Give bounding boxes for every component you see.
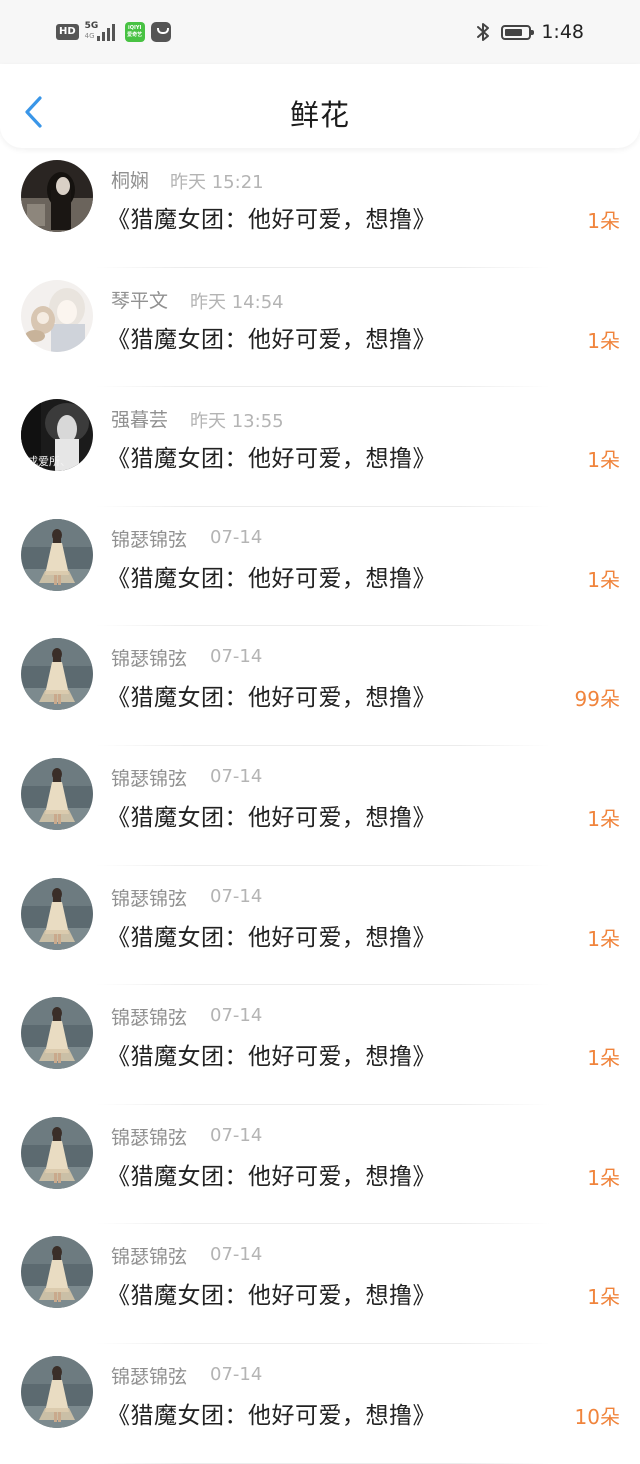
avatar[interactable] [21,279,93,352]
gift-message: 《猎魔女团：他好可爱，想撸》 [107,446,436,473]
battery-icon [501,24,535,40]
flower-count: 1朵 [587,209,620,233]
gift-message: 《猎魔女团：他好可爱，想撸》 [107,1283,436,1310]
gift-message: 《猎魔女团：他好可爱，想撸》 [107,207,436,233]
send-time: 07-14 [210,526,263,548]
flower-count: 99朵 [574,687,620,712]
gift-message: 《猎魔女团：他好可爱，想撸》 [107,685,436,712]
send-time: 昨天 13:55 [190,411,284,433]
gift-message: 《猎魔女团：他好可爱，想撸》 [107,804,436,831]
sender-name[interactable]: 强暮芸 [111,405,168,432]
shopping-bag-icon [150,22,171,42]
avatar[interactable] [21,997,93,1070]
network-subtype: 4G [84,32,95,40]
bluetooth-icon [477,23,490,41]
avatar[interactable] [21,1236,93,1309]
sender-name[interactable]: 锦瑟锦弦 [111,1362,187,1389]
send-time: 07-14 [210,765,263,787]
avatar[interactable] [21,1116,93,1189]
list-item[interactable]: 锦瑟锦弦 07-14 《猎魔女团：他好可爱，想撸》 1朵 [0,746,640,866]
gift-message: 《猎魔女团：他好可爱，想撸》 [107,1044,436,1071]
flower-count: 1朵 [587,806,620,831]
send-time: 昨天 15:21 [170,172,264,193]
list-item[interactable]: 锦瑟锦弦 07-14 《猎魔女团：他好可爱，想撸》 99朵 [0,626,640,746]
gift-message: 《猎魔女团：他好可爱，想撸》 [107,924,436,951]
gift-message: 《猎魔女团：他好可爱，想撸》 [107,1402,436,1429]
flower-count: 1朵 [587,1165,620,1190]
sender-name[interactable]: 锦瑟锦弦 [111,644,187,671]
avatar[interactable] [21,160,93,232]
sender-name[interactable]: 锦瑟锦弦 [111,764,187,791]
top-nav-bar: 鲜花 [0,64,640,148]
gift-message: 《猎魔女团：他好可爱，想撸》 [107,1163,436,1190]
flower-count: 1朵 [587,448,620,473]
hd-icon: HD [56,24,79,40]
sender-name[interactable]: 锦瑟锦弦 [111,1123,187,1150]
flower-count: 10朵 [574,1404,620,1429]
signal-icon: 5G 4G [85,21,119,43]
sender-name[interactable]: 锦瑟锦弦 [111,1003,187,1030]
list-item[interactable]: 锦瑟锦弦 07-14 《猎魔女团：他好可爱，想撸》 10朵 [0,1344,640,1464]
send-time: 07-14 [210,885,263,907]
status-bar-left: HD 5G 4G iQIYI 爱奇艺 [56,21,171,43]
sender-name[interactable]: 锦瑟锦弦 [111,1242,187,1269]
send-time: 07-14 [210,1005,263,1027]
iqiyi-app-icon: iQIYI 爱奇艺 [124,22,145,42]
send-time: 07-14 [210,1363,263,1385]
list-item[interactable]: 锦瑟锦弦 07-14 《猎魔女团：他好可爱，想撸》 1朵 [0,985,640,1105]
flower-count: 1朵 [587,567,620,592]
gift-message: 《猎魔女团：他好可爱，想撸》 [107,565,436,592]
send-time: 07-14 [210,1244,263,1266]
flower-count: 1朵 [587,926,620,951]
avatar[interactable] [21,877,93,950]
sender-name[interactable]: 琴平文 [111,286,168,313]
status-bar: HD 5G 4G iQIYI 爱奇艺 1:48 [0,0,640,64]
list-item[interactable]: 锦瑟锦弦 07-14 《猎魔女团：他好可爱，想撸》 1朵 [0,866,640,986]
list-item[interactable]: 成爱所、 强暮芸 昨天 13:55 《猎魔女团：他好可爱，想撸》 1朵 [0,387,640,507]
status-bar-right: 1:48 [475,20,584,44]
avatar[interactable]: 成爱所、 [21,399,93,472]
list-item[interactable]: 桐娴 昨天 15:21 《猎魔女团：他好可爱，想撸》 1朵 [0,148,640,268]
sender-name[interactable]: 桐娴 [111,166,149,193]
flower-count: 1朵 [587,1046,620,1071]
send-time: 07-14 [210,646,263,668]
avatar[interactable] [21,757,93,830]
flower-count: 1朵 [587,1285,620,1310]
sender-name[interactable]: 锦瑟锦弦 [111,525,187,552]
avatar[interactable] [21,518,93,591]
avatar-caption: 成爱所、 [27,455,71,468]
gift-message: 《猎魔女团：他好可爱，想撸》 [107,326,436,353]
sender-name[interactable]: 锦瑟锦弦 [111,884,187,911]
divider [96,1462,550,1464]
status-time: 1:48 [541,21,584,43]
avatar[interactable] [21,638,93,711]
flower-gift-list: 桐娴 昨天 15:21 《猎魔女团：他好可爱，想撸》 1朵 琴平文 昨天 14:54 《猎魔… [0,148,640,1464]
list-item[interactable]: 锦瑟锦弦 07-14 《猎魔女团：他好可爱，想撸》 1朵 [0,507,640,627]
send-time: 07-14 [210,1124,263,1146]
send-time: 昨天 14:54 [190,291,284,313]
flower-count: 1朵 [587,328,620,353]
list-item[interactable]: 琴平文 昨天 14:54 《猎魔女团：他好可爱，想撸》 1朵 [0,268,640,388]
list-item[interactable]: 锦瑟锦弦 07-14 《猎魔女团：他好可爱，想撸》 1朵 [0,1224,640,1344]
avatar[interactable] [21,1355,93,1428]
list-item[interactable]: 锦瑟锦弦 07-14 《猎魔女团：他好可爱，想撸》 1朵 [0,1105,640,1225]
signal-bars [96,24,115,41]
page-title: 鲜花 [289,98,350,132]
